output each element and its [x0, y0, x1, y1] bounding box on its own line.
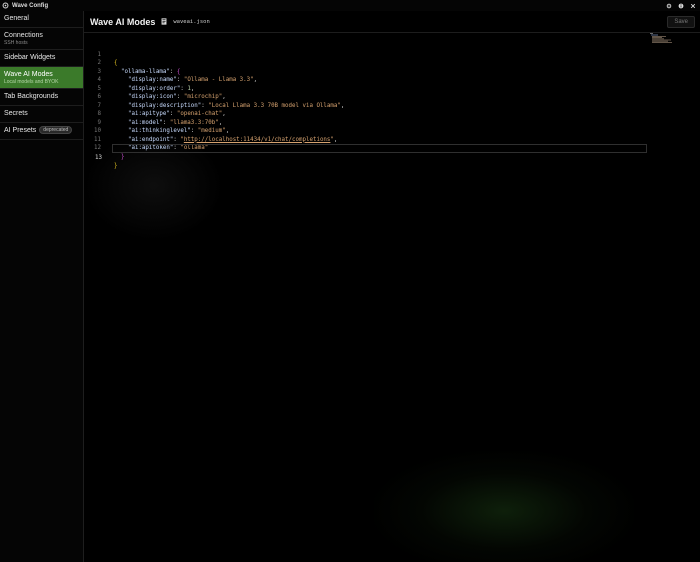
ai-presets-label: AI Presets — [4, 127, 37, 134]
sidebar-item-secrets[interactable]: Secrets — [0, 106, 83, 123]
code-line: 10 "ai:endpoint": "http://localhost:1143… — [84, 119, 654, 143]
sidebar-item-label: Tab Backgrounds — [4, 93, 59, 100]
sidebar-item-subtitle: Local models and BYOK — [4, 79, 59, 85]
code-line: 7 "ai:apitype": "openai-chat", — [84, 93, 654, 118]
file-icon — [161, 18, 167, 25]
save-button[interactable]: Save — [667, 15, 695, 28]
code-editor[interactable]: 1 { 2 "ollama-llama": { 3 "display:name"… — [84, 33, 700, 562]
line-number: 12 — [94, 145, 101, 151]
sidebar-item-connections[interactable]: Connections SSH hosts — [0, 28, 83, 50]
code-line: 6 "display:description": "Local Llama 3.… — [84, 85, 654, 109]
wave-logo-icon — [2, 2, 9, 9]
page-title: Wave AI Modes — [90, 16, 156, 27]
code-line: 3 "display:name": "Ollama - Llama 3.3", — [84, 59, 654, 84]
page-header: Wave AI Modes waveai.json Save — [84, 11, 700, 33]
gear-icon[interactable] — [666, 3, 672, 9]
deprecated-badge: deprecated — [39, 126, 73, 135]
sidebar-item-sidebar-widgets[interactable]: Sidebar Widgets — [0, 50, 83, 67]
code-line: 12 } — [84, 136, 654, 160]
config-filename: waveai.json — [173, 18, 210, 25]
sidebar: General Connections SSH hosts Sidebar Wi… — [0, 11, 84, 562]
sidebar-item-label: Secrets — [4, 110, 28, 117]
sidebar-item-tab-backgrounds[interactable]: Tab Backgrounds — [0, 89, 83, 106]
code-line: 1 { — [84, 42, 654, 67]
sidebar-item-label: Sidebar Widgets — [4, 54, 56, 61]
info-icon[interactable] — [678, 3, 684, 9]
code-line: 9 "ai:thinkinglevel": "medium", — [84, 110, 654, 135]
title-bar: Wave Config — [0, 0, 700, 11]
sidebar-item-subtitle: SSH hosts — [4, 40, 28, 46]
window-title: Wave Config — [12, 2, 49, 9]
sidebar-item-label: AI Presets deprecated — [4, 126, 79, 135]
sidebar-item-label: Wave AI Modes — [4, 71, 53, 78]
sidebar-item-general[interactable]: General — [0, 11, 83, 28]
code-line: 8 "ai:model": "llama3.3:70b", — [84, 102, 654, 126]
code-line-current[interactable]: 13 } — [95, 144, 647, 169]
close-icon[interactable] — [690, 3, 696, 9]
sidebar-item-wave-ai-modes[interactable]: Wave AI Modes Local models and BYOK — [0, 67, 83, 89]
code-line: 11 "ai:apitoken": "ollama" — [84, 127, 654, 152]
main-panel: Wave AI Modes waveai.json Save 1 { 2 "ol… — [84, 11, 700, 562]
sidebar-item-label: General — [4, 15, 29, 22]
code-line: 2 "ollama-llama": { — [84, 51, 654, 75]
line-number: 13 — [95, 154, 102, 161]
code-line: 5 "display:icon": "microchip", — [84, 76, 654, 101]
sidebar-item-ai-presets[interactable]: AI Presets deprecated — [0, 123, 83, 140]
sidebar-item-label: Connections — [4, 32, 43, 39]
code-line: 4 "display:order": 1, — [84, 68, 654, 92]
